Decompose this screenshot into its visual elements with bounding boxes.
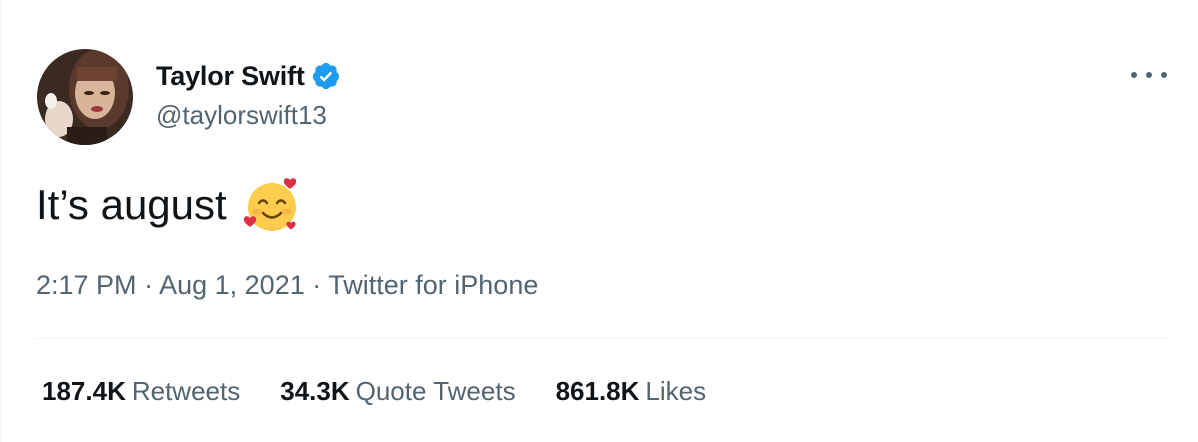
- retweets-count: 187.4K: [42, 376, 126, 406]
- quote-tweets-count: 34.3K: [280, 376, 350, 406]
- author-handle[interactable]: @taylorswift13: [156, 100, 327, 131]
- display-name[interactable]: Taylor Swift: [156, 61, 305, 92]
- quote-tweets-label: Quote Tweets: [355, 376, 516, 406]
- tweet-time[interactable]: 2:17 PM: [36, 270, 137, 300]
- author-name-row[interactable]: Taylor Swift: [156, 58, 341, 94]
- avatar[interactable]: [37, 49, 133, 145]
- tweet-body: It’s august: [36, 181, 227, 228]
- tweet-date[interactable]: Aug 1, 2021: [159, 270, 305, 300]
- meta-separator: ·: [312, 270, 329, 300]
- retweets-label: Retweets: [131, 376, 241, 406]
- tweet-card: Taylor Swift @taylorswift13 It’s august: [0, 0, 1198, 442]
- smiling-face-with-hearts-icon: [243, 176, 301, 234]
- likes-label: Likes: [645, 376, 707, 406]
- likes-count: 861.8K: [555, 376, 640, 406]
- dot: [1161, 72, 1167, 78]
- tweet-source[interactable]: Twitter for iPhone: [328, 270, 538, 300]
- meta-separator: ·: [144, 270, 160, 300]
- retweets-stat[interactable]: 187.4K Retweets: [42, 376, 240, 407]
- verified-badge-icon: [311, 61, 341, 91]
- tweet-meta: 2:17 PM · Aug 1, 2021 · Twitter for iPho…: [36, 270, 538, 301]
- dot: [1131, 72, 1137, 78]
- avatar-image: [37, 49, 133, 145]
- divider: [36, 338, 1167, 339]
- more-options-icon[interactable]: [1131, 64, 1167, 86]
- dot: [1146, 72, 1152, 78]
- tweet-stats: 187.4K Retweets 34.3K Quote Tweets 861.8K L…: [42, 376, 746, 407]
- likes-stat[interactable]: 861.8K Likes: [556, 376, 707, 407]
- tweet-text: It’s august: [36, 176, 301, 234]
- quote-tweets-stat[interactable]: 34.3K Quote Tweets: [280, 376, 515, 407]
